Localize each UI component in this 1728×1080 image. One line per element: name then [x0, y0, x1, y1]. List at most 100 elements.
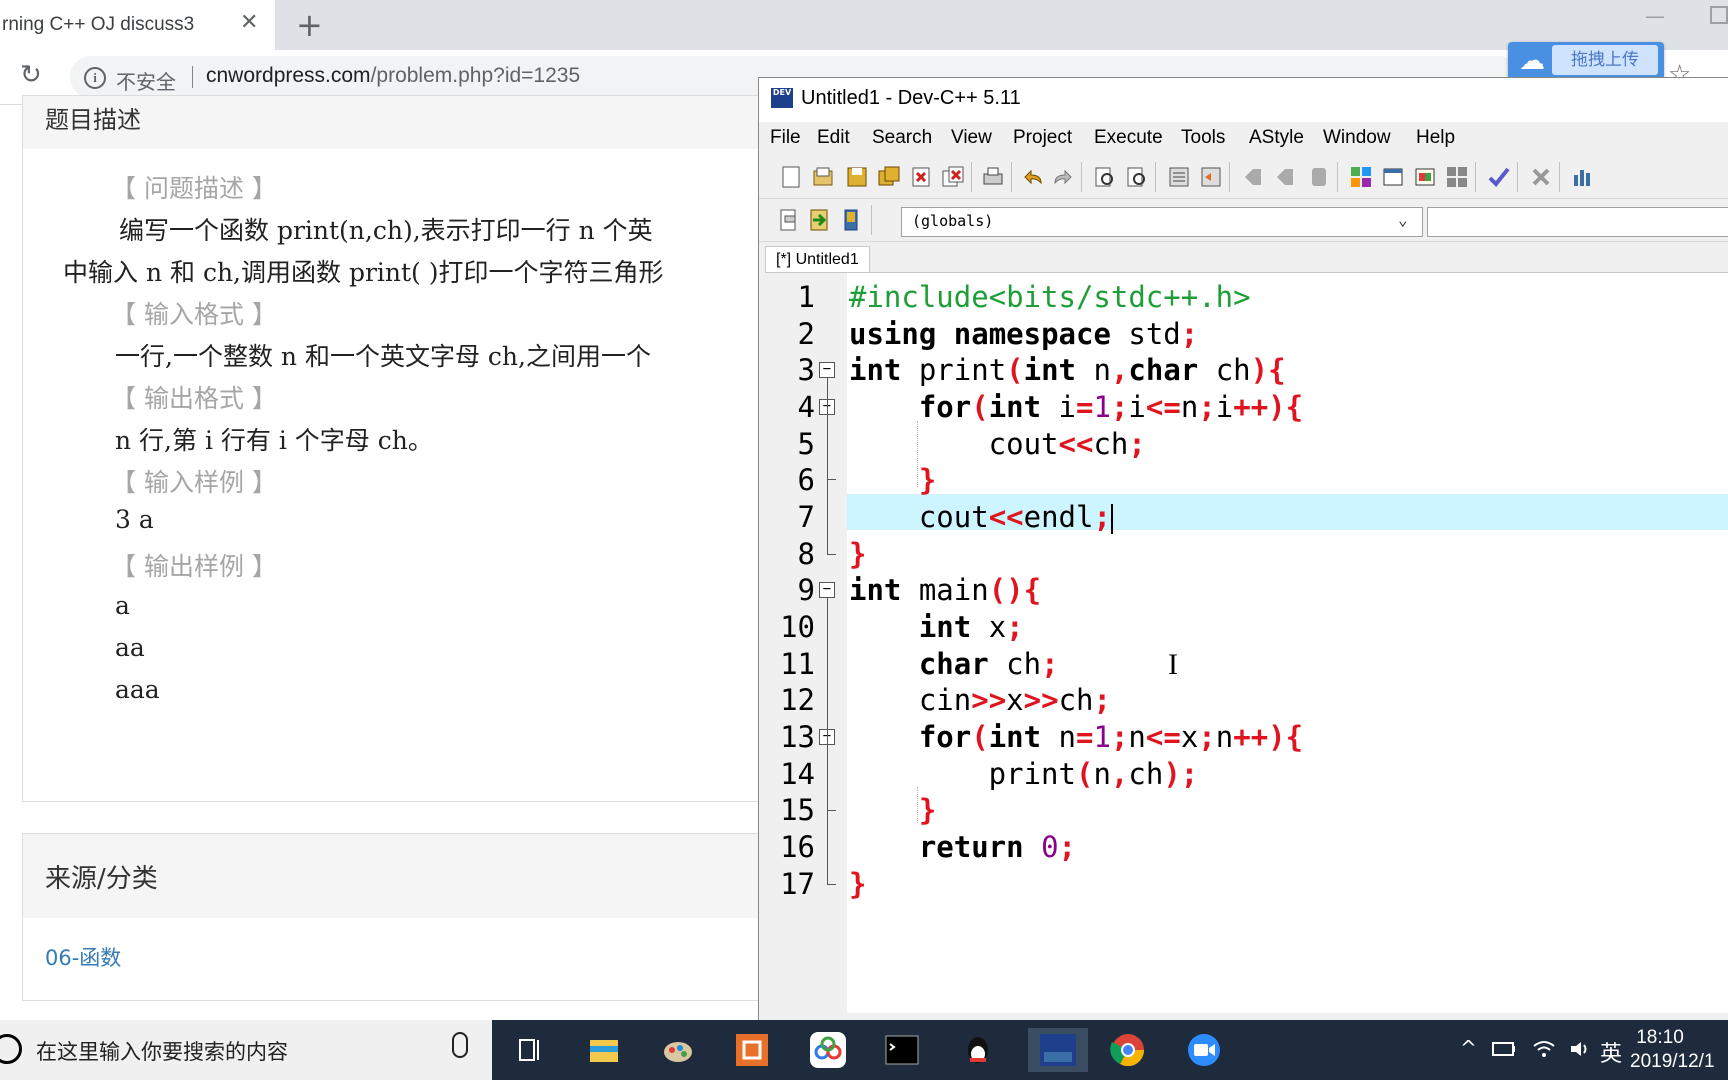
- fold-collapse-icon[interactable]: −: [819, 582, 835, 598]
- baidu-upload-label[interactable]: 拖拽上传: [1552, 45, 1658, 75]
- line-number: 4: [797, 390, 815, 424]
- code-line[interactable]: int main(){: [849, 572, 1041, 608]
- tray-overflow-chevron-icon[interactable]: ^: [1460, 1036, 1477, 1060]
- tab-close-icon[interactable]: ✕: [240, 10, 258, 35]
- bookmark-next-icon[interactable]: [1273, 165, 1297, 189]
- maximize-icon[interactable]: [1710, 6, 1728, 24]
- code-line[interactable]: int x;: [849, 609, 1024, 645]
- qq-icon[interactable]: [956, 1028, 1000, 1072]
- compile-run-icon[interactable]: [1413, 165, 1437, 189]
- menu-project[interactable]: Project: [1013, 127, 1072, 149]
- system-clock[interactable]: 18:10 2019/12/1: [1630, 1026, 1728, 1074]
- presentation-app-icon[interactable]: [730, 1028, 774, 1072]
- code-line[interactable]: }: [849, 536, 866, 572]
- close-file-icon[interactable]: [909, 165, 933, 189]
- new-file-icon[interactable]: [779, 165, 803, 189]
- menu-tools[interactable]: Tools: [1181, 127, 1225, 149]
- replace-icon[interactable]: [1125, 165, 1149, 189]
- code-line[interactable]: }: [849, 866, 866, 902]
- line-number: 15: [780, 793, 815, 827]
- microphone-icon[interactable]: [452, 1032, 468, 1058]
- close-all-icon[interactable]: [941, 165, 965, 189]
- secondary-toolbar: (globals) ⌄: [759, 199, 1728, 242]
- compile-icon[interactable]: [1349, 165, 1373, 189]
- wifi-icon[interactable]: [1532, 1038, 1556, 1060]
- profile-icon[interactable]: [1571, 165, 1595, 189]
- file-explorer-icon[interactable]: [582, 1028, 626, 1072]
- find-icon[interactable]: [1093, 165, 1117, 189]
- scope-combo[interactable]: (globals) ⌄: [901, 207, 1423, 237]
- indent-icon[interactable]: [1167, 165, 1191, 189]
- cortana-icon[interactable]: [0, 1034, 22, 1064]
- menu-file[interactable]: File: [770, 127, 801, 149]
- new-tab-button[interactable]: +: [296, 6, 323, 44]
- menu-search[interactable]: Search: [872, 127, 932, 149]
- baidu-netdisk-icon[interactable]: [806, 1028, 850, 1072]
- toolbar-separator: [1081, 162, 1082, 192]
- code-line[interactable]: cin>>x>>ch;: [849, 682, 1111, 718]
- code-line[interactable]: }: [849, 462, 936, 498]
- menu-help[interactable]: Help: [1416, 127, 1455, 149]
- toolbar-separator: [1337, 162, 1338, 192]
- zoom-icon[interactable]: [1182, 1028, 1226, 1072]
- redo-icon[interactable]: [1051, 165, 1075, 189]
- ime-indicator[interactable]: 英: [1600, 1036, 1622, 1068]
- code-line[interactable]: cout<<ch;: [849, 426, 1146, 462]
- add-to-project-icon[interactable]: [807, 208, 831, 232]
- bookmark-prev-icon[interactable]: [1241, 165, 1265, 189]
- fold-collapse-icon[interactable]: −: [819, 362, 835, 378]
- info-icon[interactable]: i: [84, 67, 106, 89]
- code-line[interactable]: int print(int n,char ch){: [849, 352, 1286, 388]
- code-line[interactable]: }: [849, 792, 936, 828]
- code-line[interactable]: char ch;: [849, 646, 1059, 682]
- save-icon[interactable]: [845, 165, 869, 189]
- category-panel-body: 06-函数: [22, 918, 764, 1001]
- code-line[interactable]: #include<bits/stdc++.h>: [849, 279, 1251, 315]
- menu-view[interactable]: View: [951, 127, 992, 149]
- rebuild-icon[interactable]: [1445, 165, 1469, 189]
- minimize-icon[interactable]: —: [1645, 4, 1665, 28]
- paint-icon[interactable]: [656, 1028, 700, 1072]
- code-editor[interactable]: 1 2 3 4 5 6 7 8 9 10 11 12 13 14 15 16 1…: [765, 272, 1728, 1013]
- taskbar-devcpp-active[interactable]: [1028, 1028, 1088, 1072]
- run-icon[interactable]: [1381, 165, 1405, 189]
- code-line[interactable]: return 0;: [849, 829, 1076, 865]
- undo-icon[interactable]: [1021, 165, 1045, 189]
- command-prompt-icon[interactable]: [880, 1028, 924, 1072]
- code-line-current[interactable]: cout<<endl;: [849, 499, 1113, 535]
- chrome-icon[interactable]: [1106, 1028, 1150, 1072]
- url-text[interactable]: cnwordpress.com/problem.php?id=1235: [206, 64, 580, 88]
- chevron-down-icon[interactable]: ⌄: [1398, 210, 1408, 229]
- browser-tab[interactable]: rning C++ OJ discuss3 ✕: [0, 0, 275, 50]
- taskbar-search-box[interactable]: 在这里输入你要搜索的内容: [0, 1020, 492, 1080]
- code-line[interactable]: for(int i=1;i<=n;i++){: [849, 389, 1303, 425]
- baidu-upload-widget[interactable]: ☁ 拖拽上传: [1508, 42, 1664, 80]
- devcpp-titlebar[interactable]: DEV Untitled1 - Dev-C++ 5.11: [759, 78, 1728, 122]
- member-combo[interactable]: [1427, 207, 1728, 237]
- code-line[interactable]: for(int n=1;n<=x;n++){: [849, 719, 1303, 755]
- menu-execute[interactable]: Execute: [1094, 127, 1163, 149]
- file-tab-untitled1[interactable]: [*] Untitled1: [765, 246, 870, 273]
- menu-edit[interactable]: Edit: [817, 127, 850, 149]
- fold-line: [827, 378, 828, 554]
- menu-window[interactable]: Window: [1323, 127, 1391, 149]
- security-label[interactable]: 不安全: [116, 66, 176, 95]
- stop-icon[interactable]: [1529, 165, 1553, 189]
- task-view-icon[interactable]: [508, 1028, 552, 1072]
- code-line[interactable]: print(n,ch);: [849, 756, 1199, 792]
- battery-icon[interactable]: [1492, 1040, 1516, 1058]
- toggle-bookmark-icon[interactable]: [1307, 165, 1331, 189]
- menu-astyle[interactable]: AStyle: [1249, 127, 1304, 149]
- check-syntax-icon[interactable]: [1487, 165, 1511, 189]
- category-link[interactable]: 06-函数: [45, 942, 121, 972]
- reload-icon[interactable]: ↻: [20, 60, 42, 90]
- fold-end: [827, 884, 836, 885]
- code-line[interactable]: using namespace std;: [849, 316, 1198, 352]
- open-file-icon[interactable]: [811, 165, 835, 189]
- save-all-icon[interactable]: [877, 165, 901, 189]
- remove-from-project-icon[interactable]: [839, 208, 863, 232]
- print-icon[interactable]: [981, 165, 1005, 189]
- volume-icon[interactable]: [1568, 1038, 1592, 1060]
- unindent-icon[interactable]: [1199, 165, 1223, 189]
- new-project-icon[interactable]: [777, 208, 801, 232]
